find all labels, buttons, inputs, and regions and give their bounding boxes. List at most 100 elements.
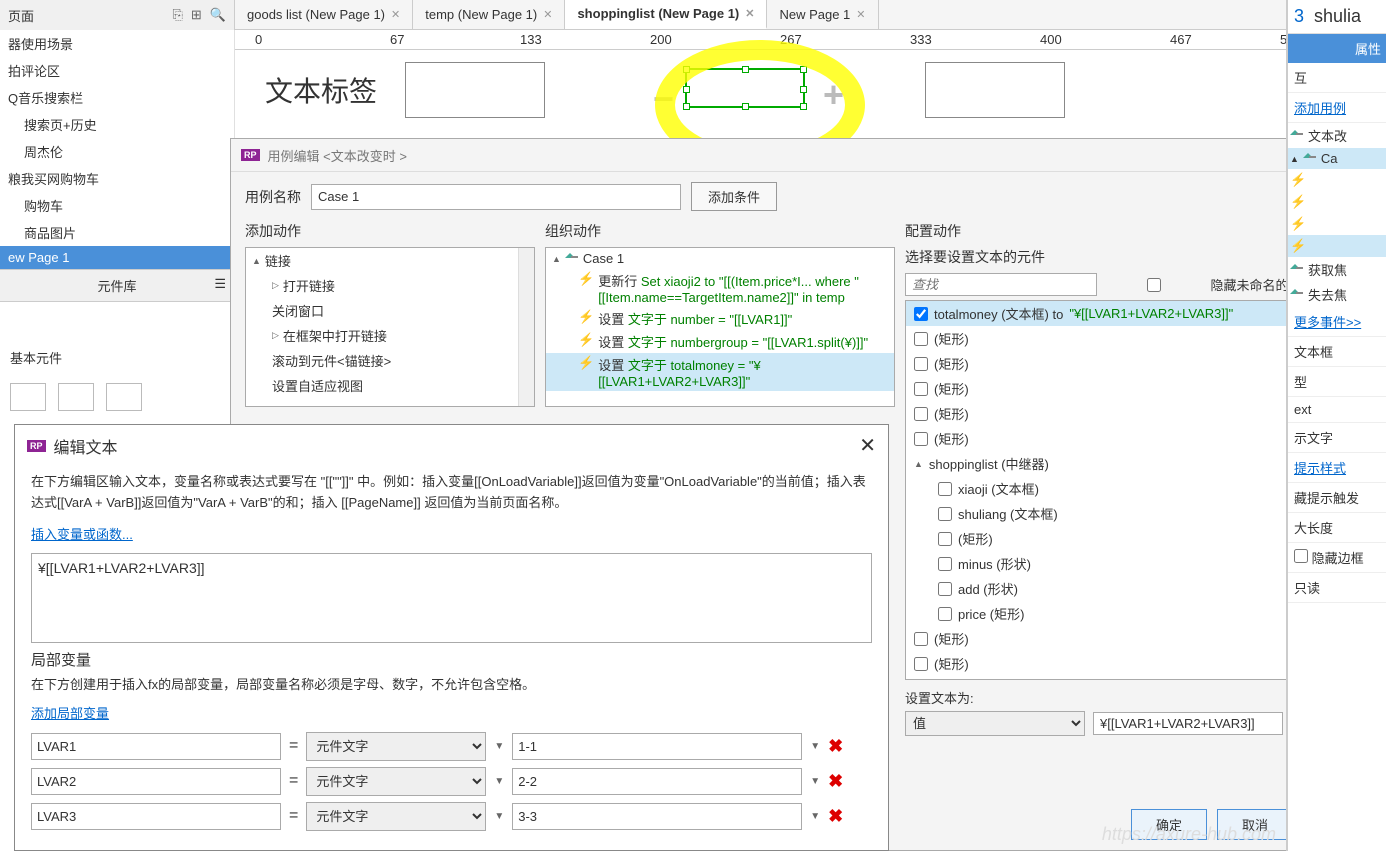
add-condition-button[interactable]: 添加条件 <box>691 182 777 211</box>
shape-widget[interactable] <box>58 383 94 411</box>
action-adaptive[interactable]: 设置自适应视图 <box>246 373 534 398</box>
shape-widget[interactable] <box>10 383 46 411</box>
tab-goods-list[interactable]: goods list (New Page 1)✕ <box>235 0 413 29</box>
event-get-focus[interactable]: 获取焦 <box>1288 257 1386 282</box>
action-close-window[interactable]: 关闭窗口 <box>246 298 534 323</box>
hide-border-checkbox[interactable] <box>1294 549 1308 563</box>
widget-checkbox[interactable] <box>938 482 952 496</box>
hide-unnamed-checkbox[interactable] <box>1105 278 1203 292</box>
set-text-type-select[interactable]: 值 <box>905 711 1085 736</box>
widget-checkbox[interactable] <box>914 357 928 371</box>
tree-item[interactable]: 拍评论区 <box>0 57 234 84</box>
var-name-input[interactable] <box>31 733 281 760</box>
action-item[interactable]: ⚡ <box>1288 213 1386 235</box>
widget-row[interactable]: minus (形状) <box>906 551 1314 576</box>
tree-item[interactable]: 器使用场景 <box>0 30 234 57</box>
widget-checkbox[interactable] <box>938 557 952 571</box>
var-target-input[interactable] <box>512 733 802 760</box>
widget-checkbox[interactable] <box>914 432 928 446</box>
close-icon[interactable]: ✕ <box>856 8 865 21</box>
action-open-in-frame[interactable]: ▷在框架中打开链接 <box>246 323 534 348</box>
canvas-area[interactable]: 文本标签 − + <box>235 50 1286 140</box>
tree-item[interactable]: Q音乐搜索栏 <box>0 84 234 111</box>
canvas[interactable]: 0 67 133 200 267 333 400 467 5 文本标签 − + <box>235 30 1286 140</box>
tip-style-link[interactable]: 提示样式 <box>1294 461 1346 476</box>
properties-tab[interactable]: 属性 <box>1288 34 1386 63</box>
tree-item[interactable]: 购物车 <box>0 192 234 219</box>
widget-row[interactable]: (矩形) <box>906 376 1314 401</box>
widget-checkbox[interactable] <box>914 332 928 346</box>
action-open-link[interactable]: ▷打开链接 <box>246 273 534 298</box>
widget-row[interactable]: (矩形) <box>906 426 1314 451</box>
widget-row[interactable]: (矩形) <box>906 326 1314 351</box>
close-icon[interactable]: ✕ <box>391 8 400 21</box>
widget-checkbox[interactable] <box>914 632 928 646</box>
tree-item[interactable]: 周杰伦 <box>0 138 234 165</box>
widget-checkbox[interactable] <box>938 607 952 621</box>
widget-checkbox[interactable] <box>938 507 952 521</box>
widget-checkbox[interactable] <box>914 407 928 421</box>
widget-row[interactable]: xiaoji (文本框) <box>906 476 1314 501</box>
tree-item-active[interactable]: ew Page 1 <box>0 246 234 269</box>
textbox-widget[interactable] <box>925 62 1065 118</box>
var-target-input[interactable] <box>512 768 802 795</box>
widget-checkbox[interactable] <box>938 532 952 546</box>
expression-textarea[interactable]: ¥[[LVAR1+LVAR2+LVAR3]] <box>31 553 872 643</box>
case-action[interactable]: ⚡设置 文字于 number = "[[LVAR1]]" <box>546 307 894 330</box>
actions-tree[interactable]: ▲链接 ▷打开链接 关闭窗口 ▷在框架中打开链接 滚动到元件<锚链接> 设置自适… <box>245 247 535 407</box>
more-events-link[interactable]: 更多事件>> <box>1294 315 1361 330</box>
tab-shoppinglist[interactable]: shoppinglist (New Page 1)✕ <box>565 0 767 29</box>
cancel-button[interactable]: 取消 <box>1217 809 1293 840</box>
type-value[interactable]: ext <box>1288 397 1386 423</box>
var-name-input[interactable] <box>31 803 281 830</box>
ok-button[interactable]: 确定 <box>1131 809 1207 840</box>
delete-icon[interactable]: ✖ <box>828 806 843 827</box>
action-item-selected[interactable]: ⚡ <box>1288 235 1386 257</box>
event-lose-focus[interactable]: 失去焦 <box>1288 282 1386 307</box>
widget-checkbox[interactable] <box>914 657 928 671</box>
var-type-select[interactable]: 元件文字 <box>306 732 486 761</box>
widget-checkbox[interactable] <box>938 582 952 596</box>
set-text-value-input[interactable] <box>1093 712 1283 735</box>
tree-item[interactable]: 搜索页+历史 <box>0 111 234 138</box>
var-name-input[interactable] <box>31 768 281 795</box>
add-case-link[interactable]: 添加用例 <box>1294 101 1346 116</box>
widget-row-selected[interactable]: totalmoney (文本框) to "¥[[LVAR1+LVAR2+LVAR… <box>906 301 1314 326</box>
insert-variable-link[interactable]: 插入变量或函数... <box>15 520 149 547</box>
widget-row[interactable]: (矩形) <box>906 651 1314 676</box>
action-item[interactable]: ⚡ <box>1288 191 1386 213</box>
library-menu-icon[interactable]: ☰ <box>214 276 226 292</box>
add-local-var-link[interactable]: 添加局部变量 <box>15 699 125 726</box>
tab-new-page[interactable]: New Page 1✕ <box>767 0 878 29</box>
widget-row[interactable]: (矩形) <box>906 526 1314 551</box>
selected-widget[interactable] <box>685 68 805 108</box>
widget-row[interactable]: add (形状) <box>906 576 1314 601</box>
case-name-input[interactable] <box>311 184 681 210</box>
case-action[interactable]: ⚡设置 文字于 numbergroup = "[[LVAR1.split(¥)]… <box>546 330 894 353</box>
case-tree[interactable]: ▲Case 1 ⚡更新行 Set xiaoji2 to "[[(Item.pri… <box>545 247 895 407</box>
case-action[interactable]: ⚡更新行 Set xiaoji2 to "[[(Item.price*I... … <box>546 269 894 307</box>
var-type-select[interactable]: 元件文字 <box>306 802 486 831</box>
widget-checkbox[interactable] <box>914 307 928 321</box>
textbox-widget[interactable] <box>405 62 545 118</box>
text-label-widget[interactable]: 文本标签 <box>265 70 377 110</box>
add-folder-icon[interactable]: ⊞ <box>191 7 202 23</box>
var-target-input[interactable] <box>512 803 802 830</box>
tab-temp[interactable]: temp (New Page 1)✕ <box>413 0 565 29</box>
close-icon[interactable]: ✕ <box>543 8 552 21</box>
add-page-icon[interactable]: ⎘ <box>173 7 183 23</box>
widget-row-parent[interactable]: ▲shoppinglist (中继器) <box>906 451 1314 476</box>
var-type-select[interactable]: 元件文字 <box>306 767 486 796</box>
tree-item[interactable]: 商品图片 <box>0 219 234 246</box>
close-icon[interactable]: ✕ <box>745 7 754 20</box>
scrollbar[interactable] <box>518 248 534 406</box>
case-action-selected[interactable]: ⚡设置 文字于 totalmoney = "¥[[LVAR1+LVAR2+LVA… <box>546 353 894 391</box>
search-icon[interactable]: 🔍 <box>210 7 226 23</box>
tree-item[interactable]: 粮我买网购物车 <box>0 165 234 192</box>
widget-row[interactable]: price (矩形) <box>906 601 1314 626</box>
shape-widget[interactable] <box>106 383 142 411</box>
widget-row[interactable]: (矩形) <box>906 626 1314 651</box>
widget-row[interactable]: (矩形) <box>906 351 1314 376</box>
action-item[interactable]: ⚡ <box>1288 169 1386 191</box>
event-text-change[interactable]: 文本改 <box>1288 123 1386 148</box>
